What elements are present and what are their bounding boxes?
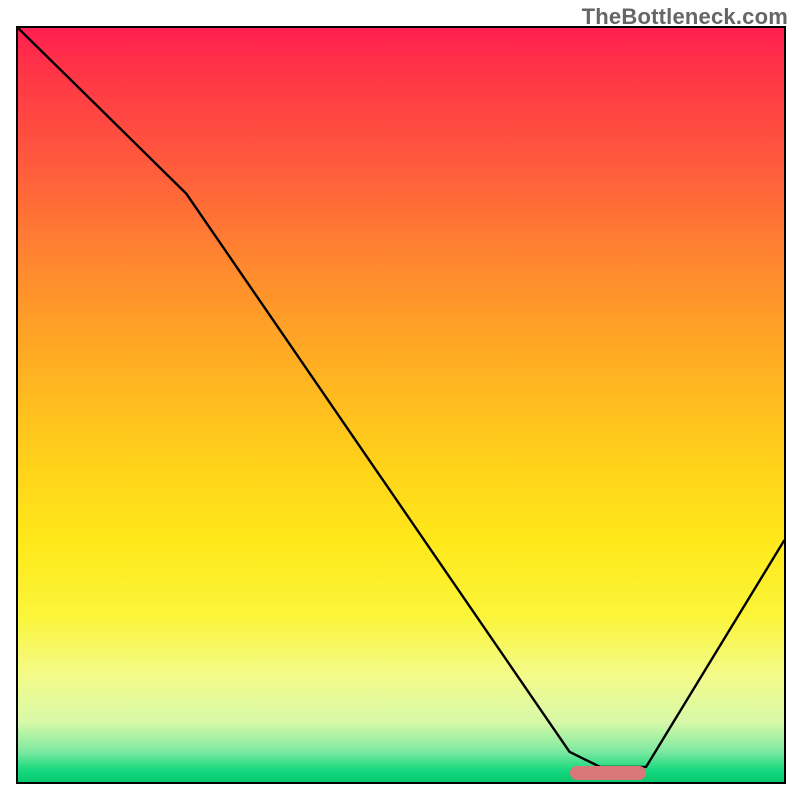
optimal-range-marker	[570, 766, 647, 780]
chart-stage: TheBottleneck.com	[0, 0, 800, 800]
bottleneck-curve-path	[18, 28, 784, 767]
chart-plot-area	[16, 26, 786, 784]
chart-curve-svg	[18, 28, 784, 782]
